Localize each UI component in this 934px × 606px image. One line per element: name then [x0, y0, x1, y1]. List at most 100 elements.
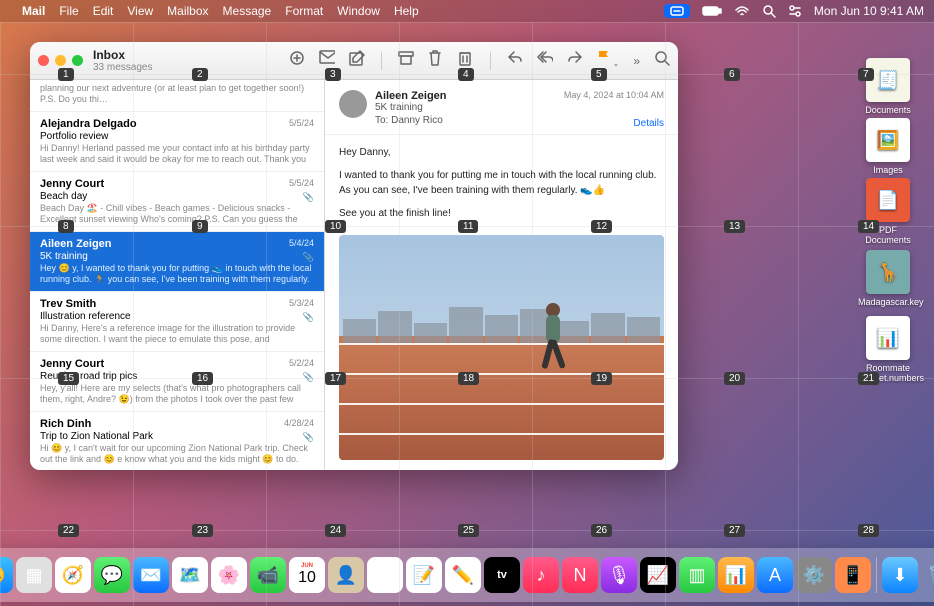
dock-tv[interactable]: tv [484, 557, 520, 593]
message-date: 5/2/24 [289, 358, 314, 368]
desktop-madagascar-key[interactable]: 🦒Madagascar.key [858, 250, 918, 307]
control-toggles-icon[interactable] [788, 5, 802, 17]
grid-marker-1: 1 [58, 68, 74, 81]
menu-format[interactable]: Format [285, 4, 323, 18]
dock-safari[interactable]: 🧭 [55, 557, 91, 593]
dock-stocks[interactable]: 📈 [640, 557, 676, 593]
list-item[interactable]: Aileen Zeigen5/4/245K training📎Hey 😊 y, … [30, 232, 324, 292]
dock-screen[interactable]: 📱 [835, 557, 871, 593]
list-item[interactable]: planning our next adventure (or at least… [30, 80, 324, 112]
list-item[interactable]: Alejandra Delgado5/5/24Portfolio reviewH… [30, 112, 324, 172]
menu-app[interactable]: Mail [22, 4, 45, 18]
message-date: 5/4/24 [289, 238, 314, 248]
attachment-icon: 📎 [303, 432, 314, 443]
list-item[interactable]: Trev Smith5/3/24Illustration reference📎H… [30, 292, 324, 352]
desktop-documents[interactable]: 🧾Documents [858, 58, 918, 115]
message-preview: Hey, y'all! Here are my selects (that's … [40, 383, 314, 405]
dock-podcasts[interactable]: 🎙 [601, 557, 637, 593]
sender-name: Alejandra Delgado [40, 118, 314, 130]
message-subject: 5K training [40, 251, 314, 262]
runner-figure [533, 303, 573, 393]
grid-marker-3: 3 [325, 68, 341, 81]
dock-settings[interactable]: ⚙️ [796, 557, 832, 593]
forward-icon[interactable] [567, 50, 583, 71]
mailbox-count: 33 messages [93, 62, 152, 73]
dock-reminders[interactable]: ☑︎ [367, 557, 403, 593]
close-button[interactable] [38, 55, 49, 66]
message-subject: Reunion road trip pics [40, 371, 314, 382]
dock-finder[interactable]: 😀 [0, 557, 13, 593]
sender-name: Jenny Court [40, 178, 314, 190]
menubar-datetime[interactable]: Mon Jun 10 9:41 AM [814, 4, 924, 18]
dock-maps[interactable]: 🗺️ [172, 557, 208, 593]
dock-messages[interactable]: 💬 [94, 557, 130, 593]
more-icon[interactable]: » [633, 54, 640, 68]
sender-name: Trev Smith [40, 298, 314, 310]
control-center-icon[interactable] [664, 4, 690, 18]
grid-marker-12: 12 [591, 220, 612, 233]
spotlight-icon[interactable] [762, 4, 776, 18]
menu-help[interactable]: Help [394, 4, 419, 18]
zoom-button[interactable] [72, 55, 83, 66]
search-icon[interactable] [654, 50, 670, 71]
menu-file[interactable]: File [59, 4, 78, 18]
compose-icon[interactable] [349, 50, 365, 71]
grid-marker-5: 5 [591, 68, 607, 81]
grid-marker-27: 27 [724, 524, 745, 537]
dock-launchpad[interactable]: ▦ [16, 557, 52, 593]
menubar: Mail File Edit View Mailbox Message Format Win… [0, 0, 934, 22]
desktop-label: Images [858, 165, 918, 175]
menu-view[interactable]: View [127, 4, 153, 18]
dock-freeform[interactable]: ✏️ [445, 557, 481, 593]
message-subject: Beach day [40, 191, 314, 202]
grid-marker-4: 4 [458, 68, 474, 81]
reply-icon[interactable] [507, 50, 523, 71]
details-link[interactable]: Details [633, 118, 664, 129]
dock-facetime[interactable]: 📹 [250, 557, 286, 593]
dock-contacts[interactable]: 👤 [328, 557, 364, 593]
minimize-button[interactable] [55, 55, 66, 66]
dock-downloads[interactable]: ⬇︎ [882, 557, 918, 593]
grid-marker-21: 21 [858, 372, 879, 385]
reply-all-icon[interactable] [537, 50, 553, 71]
message-preview: Beach Day 🏖️ - Chill vibes - Beach games… [40, 203, 314, 225]
dock-mail[interactable]: ✉️ [133, 557, 169, 593]
desktop-pdf-documents[interactable]: 📄PDF Documents [858, 178, 918, 245]
message-subject: Portfolio review [40, 131, 314, 142]
dock-photos[interactable]: 🌸 [211, 557, 247, 593]
menu-mailbox[interactable]: Mailbox [167, 4, 208, 18]
trash-icon[interactable] [428, 50, 444, 71]
archive-icon[interactable] [398, 50, 414, 71]
dock-trash[interactable]: 🗑️ [921, 557, 934, 593]
message-date: May 4, 2024 at 10:04 AM [564, 90, 664, 100]
list-item[interactable]: Jenny Court5/5/24Beach day📎Beach Day 🏖️ … [30, 172, 324, 232]
grid-marker-28: 28 [858, 524, 879, 537]
wifi-icon[interactable] [734, 5, 750, 17]
body-paragraph: I wanted to thank you for putting me in … [339, 168, 664, 198]
dock-calendar[interactable]: JUN10 [289, 557, 325, 593]
sender-name: Aileen Zeigen [40, 238, 314, 250]
dock-notes[interactable]: 📝 [406, 557, 442, 593]
message-body: Hey Danny, I wanted to thank you for put… [325, 135, 678, 231]
menu-message[interactable]: Message [223, 4, 272, 18]
dock-music[interactable]: ♪ [523, 557, 559, 593]
toolbar: ⌄ » [289, 50, 670, 71]
dock-news[interactable]: N [562, 557, 598, 593]
message-header: Aileen Zeigen 5K training To: Danny Rico… [325, 80, 678, 135]
attachment-icon: 📎 [303, 252, 314, 263]
menu-window[interactable]: Window [337, 4, 380, 18]
battery-icon[interactable] [702, 5, 722, 17]
message-attachment-image[interactable] [339, 235, 664, 460]
desktop-images[interactable]: 🖼️Images [858, 118, 918, 175]
message-list[interactable]: planning our next adventure (or at least… [30, 80, 325, 470]
dock-keynote[interactable]: 📊 [718, 557, 754, 593]
list-item[interactable]: Rich Dinh4/28/24Trip to Zion National Pa… [30, 412, 324, 470]
dock-numbers[interactable]: ▥ [679, 557, 715, 593]
filter-icon[interactable] [289, 50, 305, 71]
message-preview: Hi Danny! Herland passed me your contact… [40, 143, 314, 165]
grid-marker-10: 10 [325, 220, 346, 233]
message-date: 5/3/24 [289, 298, 314, 308]
dock-appstore[interactable]: A [757, 557, 793, 593]
menu-edit[interactable]: Edit [93, 4, 114, 18]
desktop-label: Documents [858, 105, 918, 115]
